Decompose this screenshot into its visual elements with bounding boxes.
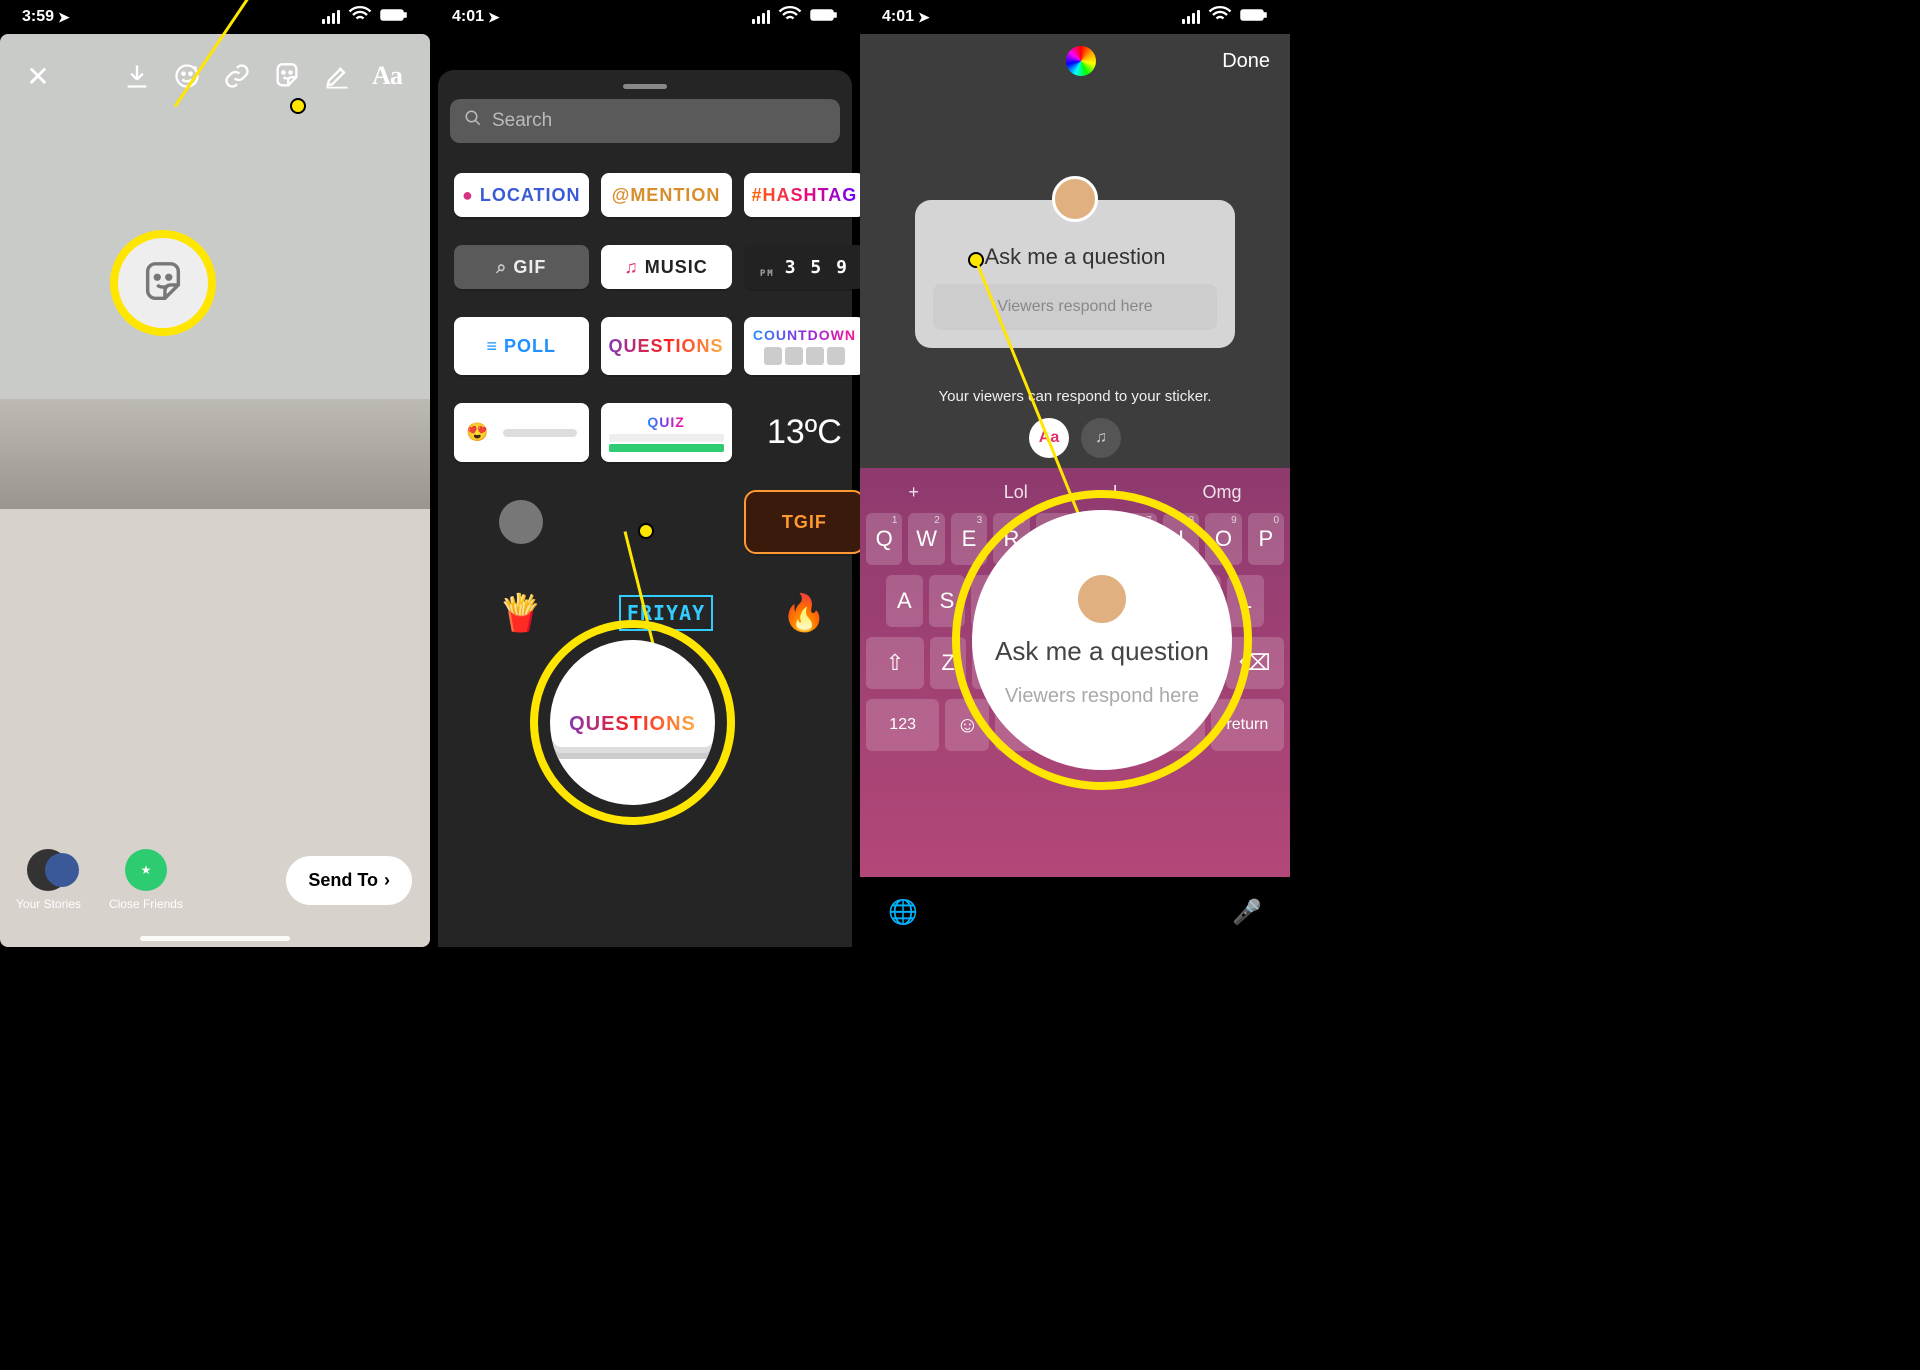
heart-eyes-emoji-icon: 😍: [466, 422, 489, 443]
close-friends-star-icon: ★: [125, 849, 167, 891]
sticker-music[interactable]: ♫ MUSIC: [601, 245, 732, 289]
question-response-placeholder: Viewers respond here: [933, 284, 1217, 330]
zoom-question-title: Ask me a question: [995, 636, 1209, 667]
spacer: [601, 490, 732, 554]
sticker-mention[interactable]: @MENTION: [601, 173, 732, 217]
fries-emoji-icon: 🍟: [498, 592, 544, 634]
question-caption: Your viewers can respond to your sticker…: [860, 388, 1290, 405]
globe-key[interactable]: 🌐: [888, 898, 918, 927]
annotation-circle-questions: QUESTIONS: [530, 620, 735, 825]
slider-track: [503, 429, 576, 437]
cellular-icon: [322, 10, 340, 24]
sticker-search-input[interactable]: Search: [450, 99, 840, 143]
location-arrow-icon: ➤: [918, 9, 930, 26]
annotation-dot: [290, 98, 306, 114]
circle-placeholder-icon: [499, 500, 543, 544]
send-to-label: Send To: [308, 870, 378, 891]
suggestion[interactable]: Omg: [1203, 482, 1242, 503]
status-bar: 4:01 ➤: [430, 0, 860, 34]
done-button[interactable]: Done: [1222, 50, 1270, 73]
question-sticker[interactable]: Ask me a question Viewers respond here: [915, 200, 1235, 348]
zoom-question-sub: Viewers respond here: [1005, 685, 1199, 708]
battery-icon: [380, 1, 408, 34]
cellular-icon: [1182, 10, 1200, 24]
wifi-icon: [776, 1, 804, 34]
sticker-quiz[interactable]: QUIZ: [601, 403, 732, 462]
sticker-tgif[interactable]: TGIF: [744, 490, 860, 554]
sticker-questions[interactable]: QUESTIONS: [601, 317, 732, 375]
music-mode-button[interactable]: ♫: [1081, 418, 1121, 458]
key-w[interactable]: W2: [908, 513, 944, 565]
shift-key[interactable]: ⇧: [866, 637, 924, 689]
screen-question-sticker-editor: 4:01 ➤ Done Ask me a question Viewers re…: [860, 0, 1290, 947]
tray-drag-handle[interactable]: [623, 84, 667, 89]
pin-icon: ●: [462, 185, 474, 206]
status-time: 4:01: [882, 8, 914, 26]
search-icon: ⌕: [496, 257, 507, 278]
wifi-icon: [1206, 1, 1234, 34]
suggestion[interactable]: Lol: [1004, 482, 1028, 503]
annotation-circle-sticker: [110, 230, 216, 336]
sticker-fries[interactable]: 🍟: [454, 582, 589, 644]
avatar: [1075, 572, 1129, 626]
chevron-right-icon: ›: [384, 870, 390, 891]
dictation-key[interactable]: 🎤: [1232, 898, 1262, 927]
cellular-icon: [752, 10, 770, 24]
screen-story-editor: 3:59 ➤ ✕: [0, 0, 430, 947]
close-friends-label: Close Friends: [109, 897, 183, 911]
avatar: [1052, 176, 1098, 222]
sticker-countdown[interactable]: COUNTDOWN: [744, 317, 860, 375]
status-bar: 4:01 ➤: [860, 0, 1290, 34]
draw-icon[interactable]: [312, 56, 362, 96]
text-tool-button[interactable]: Aa: [362, 56, 412, 96]
search-icon: [464, 109, 482, 133]
status-time: 3:59: [22, 8, 54, 26]
wifi-icon: [346, 1, 374, 34]
link-icon[interactable]: [212, 56, 262, 96]
countdown-boxes-icon: [764, 347, 845, 365]
suggestion[interactable]: +: [908, 482, 919, 503]
sticker-gif[interactable]: ⌕ GIF: [454, 245, 589, 289]
search-placeholder: Search: [492, 110, 552, 132]
sticker-location[interactable]: ● LOCATION: [454, 173, 589, 217]
your-stories-button[interactable]: Your Stories: [16, 849, 81, 911]
home-indicator[interactable]: [140, 936, 290, 941]
sticker-temperature[interactable]: 13ºC: [744, 403, 860, 462]
flame-emoji-icon: 🔥: [781, 592, 827, 634]
annotation-dot: [638, 523, 654, 539]
sticker-emoji-slider[interactable]: 😍: [454, 403, 589, 462]
battery-icon: [810, 1, 838, 34]
location-arrow-icon: ➤: [58, 9, 70, 26]
download-icon[interactable]: [112, 56, 162, 96]
poll-bars-icon: ≡: [487, 336, 499, 357]
sticker-round-gray[interactable]: [454, 490, 589, 554]
numeric-key[interactable]: 123: [866, 699, 939, 751]
sticker-poll[interactable]: ≡ POLL: [454, 317, 589, 375]
close-button[interactable]: ✕: [18, 56, 58, 96]
key-q[interactable]: Q1: [866, 513, 902, 565]
battery-icon: [1240, 1, 1268, 34]
close-friends-button[interactable]: ★ Close Friends: [109, 849, 183, 911]
sticker-icon[interactable]: [262, 56, 312, 96]
send-to-button[interactable]: Send To ›: [286, 856, 412, 905]
your-stories-avatar-icon: [27, 849, 69, 891]
color-picker-button[interactable]: [1066, 46, 1096, 76]
quiz-options-icon: [609, 434, 724, 452]
sticker-time[interactable]: PM 3 5 9: [744, 245, 860, 289]
sticker-flame[interactable]: 🔥: [744, 582, 860, 644]
sticker-hashtag[interactable]: #HASHTAG: [744, 173, 860, 217]
location-arrow-icon: ➤: [488, 9, 500, 26]
your-stories-label: Your Stories: [16, 897, 81, 911]
music-note-icon: ♫: [624, 257, 639, 278]
story-photo-background: [0, 34, 430, 947]
key-p[interactable]: P0: [1248, 513, 1284, 565]
key-a[interactable]: A: [886, 575, 923, 627]
status-time: 4:01: [452, 8, 484, 26]
music-note-icon: ♫: [1095, 429, 1107, 447]
annotation-circle-question-zoom: Ask me a question Viewers respond here: [952, 490, 1252, 790]
screen-sticker-tray: 4:01 ➤ Search ● LOCATION: [430, 0, 860, 947]
status-bar: 3:59 ➤: [0, 0, 430, 34]
